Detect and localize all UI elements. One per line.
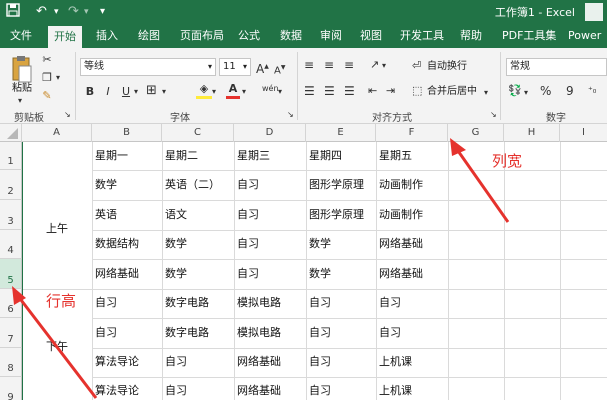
column-width-annotation: 列宽 bbox=[492, 152, 523, 170]
annotation-arrows bbox=[12, 138, 510, 399]
column-width-arrowhead bbox=[450, 138, 466, 156]
row-height-annotation: 行高 bbox=[46, 292, 77, 310]
